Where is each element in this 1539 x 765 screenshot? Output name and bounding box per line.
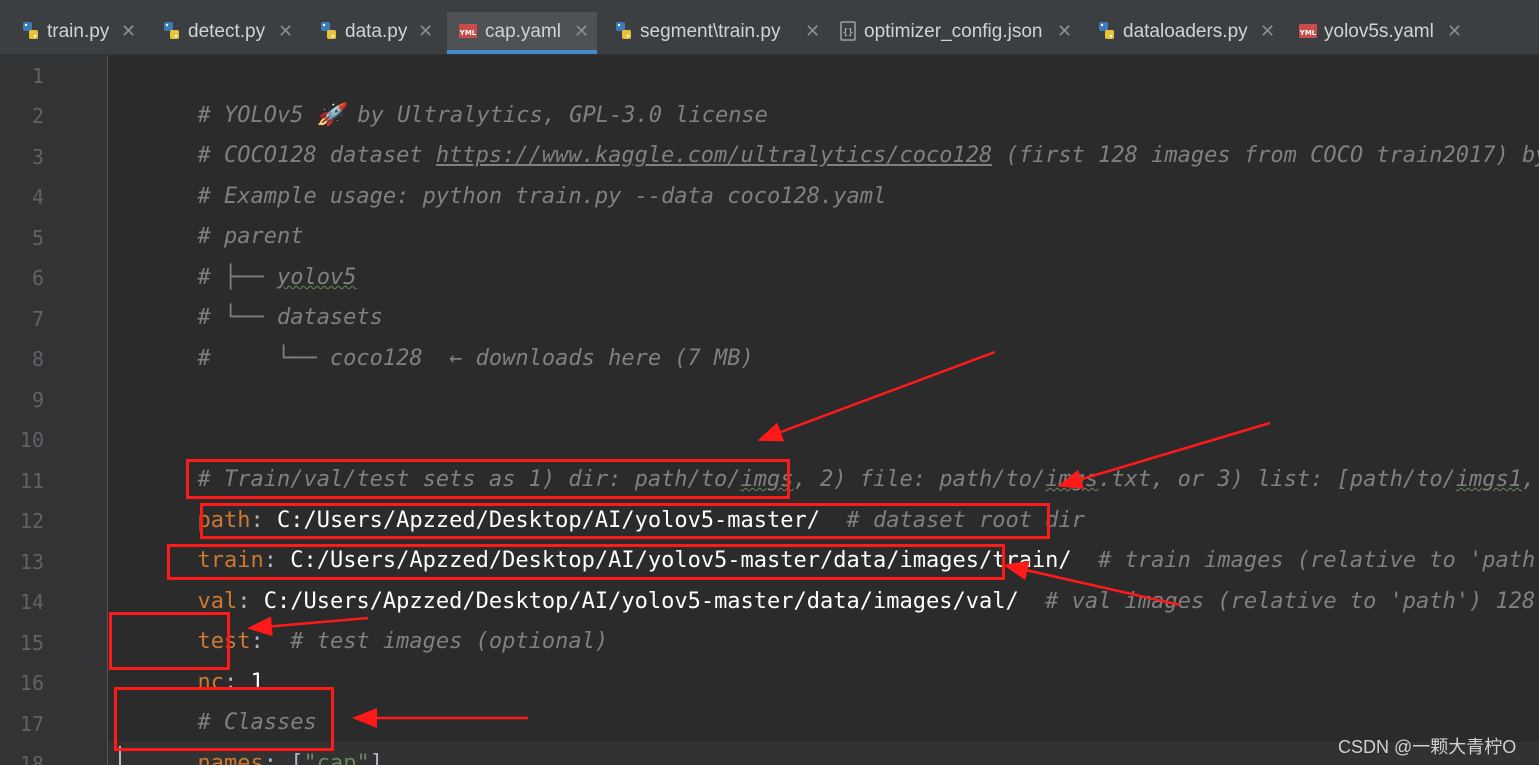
- arrow-to-path-box: [1057, 421, 1271, 489]
- ide-window: train.py ✕ detect.py ✕ data.py ✕ YML cap…: [0, 0, 1539, 765]
- arrow-to-nc-box: [247, 616, 369, 637]
- arrow-to-imgs-comment: [757, 350, 996, 442]
- arrow-to-val-box: [1003, 560, 1181, 607]
- watermark: CSDN @一颗大青柠O: [1338, 737, 1517, 757]
- annotation-arrows: [247, 350, 1271, 728]
